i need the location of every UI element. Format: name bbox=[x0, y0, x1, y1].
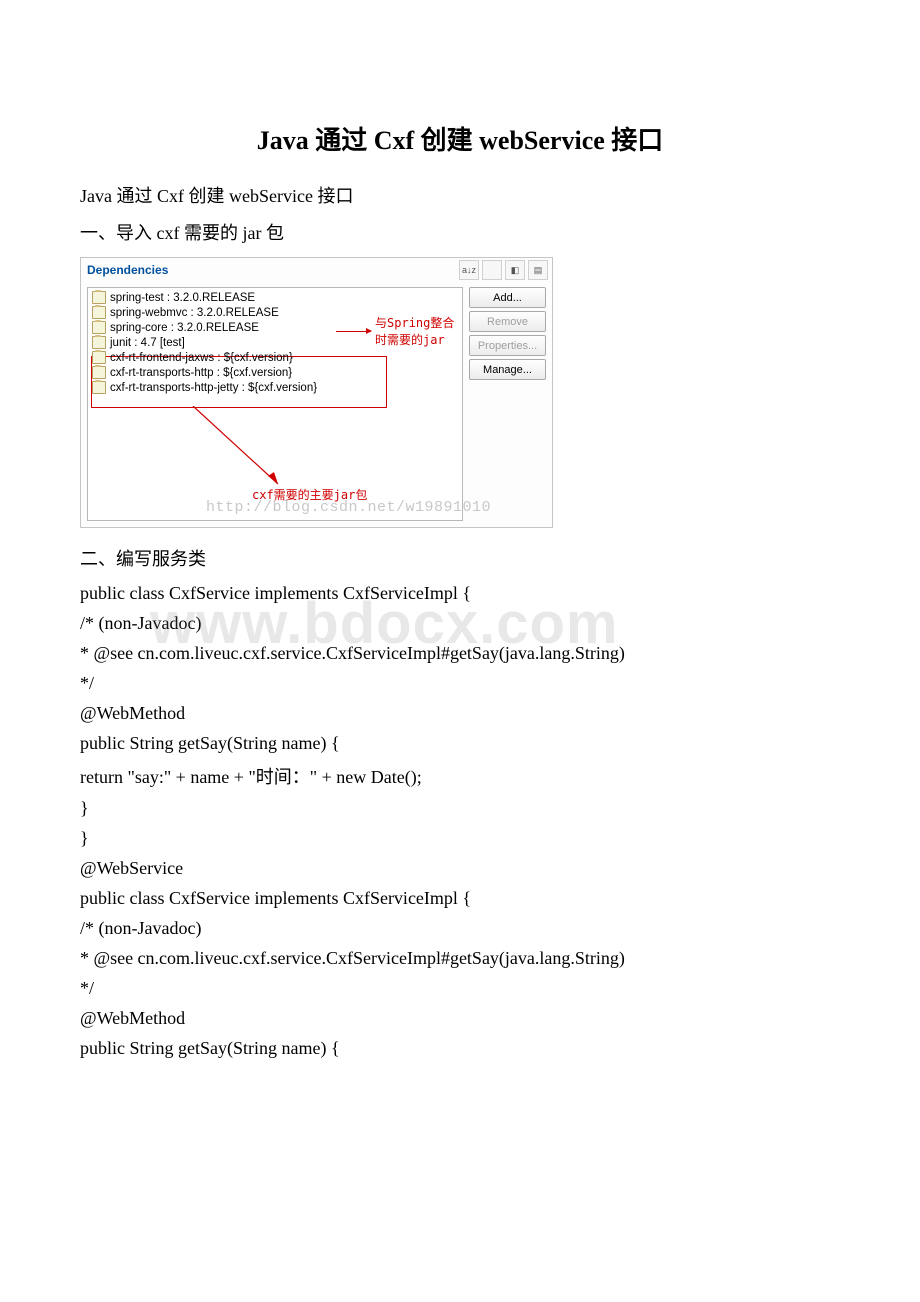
dep-label: junit : 4.7 [test] bbox=[110, 337, 185, 349]
filter-icon[interactable]: ◧ bbox=[505, 260, 525, 280]
list-item[interactable]: cxf-rt-transports-http-jetty : ${cxf.ver… bbox=[88, 380, 462, 395]
dependencies-content: spring-test : 3.2.0.RELEASE spring-webmv… bbox=[81, 283, 552, 527]
dependencies-list[interactable]: spring-test : 3.2.0.RELEASE spring-webmv… bbox=[87, 287, 463, 521]
annotation-spring-text: 与Spring整合时需要的jar bbox=[375, 314, 462, 348]
code-line: public String getSay(String name) { bbox=[80, 1038, 840, 1059]
section-1-heading: 一、导入 cxf 需要的 jar 包 bbox=[80, 220, 840, 247]
sort-az-icon[interactable]: a↓z bbox=[459, 260, 479, 280]
code-line: } bbox=[80, 828, 840, 849]
annotation-spring: 与Spring整合时需要的jar bbox=[336, 314, 462, 348]
dep-label: spring-webmvc : 3.2.0.RELEASE bbox=[110, 307, 279, 319]
code-line: /* (non-Javadoc) bbox=[80, 918, 840, 939]
jar-icon bbox=[92, 336, 106, 349]
intro-line: Java 通过 Cxf 创建 webService 接口 bbox=[80, 183, 840, 210]
document-page: Java 通过 Cxf 创建 webService 接口 Java 通过 Cxf… bbox=[0, 0, 920, 1108]
code-line: } bbox=[80, 798, 840, 819]
properties-button[interactable]: Properties... bbox=[469, 335, 546, 356]
code-line: @WebMethod bbox=[80, 1008, 840, 1029]
dependencies-panel: Dependencies a↓z ⵪ ◧ ▤ spring-test : 3.2… bbox=[80, 257, 553, 528]
code-line: @WebService bbox=[80, 858, 840, 879]
code-line: */ bbox=[80, 673, 840, 694]
code-line: @WebMethod bbox=[80, 703, 840, 724]
tree-icon[interactable]: ⵪ bbox=[482, 260, 502, 280]
dep-label: cxf-rt-frontend-jaxws : ${cxf.version} bbox=[110, 352, 293, 364]
jar-icon bbox=[92, 381, 106, 394]
jar-icon bbox=[92, 306, 106, 319]
dep-label: cxf-rt-transports-http-jetty : ${cxf.ver… bbox=[110, 382, 317, 394]
page-title: Java 通过 Cxf 创建 webService 接口 bbox=[80, 120, 840, 157]
annotation-cxf-text: cxf需要的主要jar包 bbox=[252, 488, 367, 502]
dep-label: spring-core : 3.2.0.RELEASE bbox=[110, 322, 259, 334]
code-line: */ bbox=[80, 978, 840, 999]
dependencies-header: Dependencies a↓z ⵪ ◧ ▤ bbox=[81, 258, 552, 283]
list-item[interactable]: cxf-rt-frontend-jaxws : ${cxf.version} bbox=[88, 350, 462, 365]
manage-button[interactable]: Manage... bbox=[469, 359, 546, 380]
section-2-heading: 二、编写服务类 bbox=[80, 546, 840, 573]
dependencies-list-wrapper: spring-test : 3.2.0.RELEASE spring-webmv… bbox=[87, 287, 463, 521]
arrow-icon bbox=[188, 406, 308, 488]
code-line: public class CxfService implements CxfSe… bbox=[80, 583, 840, 604]
code-line: * @see cn.com.liveuc.cxf.service.CxfServ… bbox=[80, 948, 840, 969]
add-button[interactable]: Add... bbox=[469, 287, 546, 308]
code-line: * @see cn.com.liveuc.cxf.service.CxfServ… bbox=[80, 643, 840, 664]
remove-button[interactable]: Remove bbox=[469, 311, 546, 332]
code-line: /* (non-Javadoc) bbox=[80, 613, 840, 634]
expand-icon[interactable]: ▤ bbox=[528, 260, 548, 280]
list-item[interactable]: spring-test : 3.2.0.RELEASE bbox=[88, 290, 462, 305]
dependencies-header-title: Dependencies bbox=[87, 263, 168, 277]
dependencies-toolbar: a↓z ⵪ ◧ ▤ bbox=[459, 260, 548, 280]
dep-label: spring-test : 3.2.0.RELEASE bbox=[110, 292, 255, 304]
list-item[interactable]: cxf-rt-transports-http : ${cxf.version} bbox=[88, 365, 462, 380]
code-line: public String getSay(String name) { bbox=[80, 733, 840, 754]
annotation-cxf: cxf需要的主要jar包 bbox=[252, 486, 367, 503]
code-line: return "say:" + name + "时间：" + new Date(… bbox=[80, 763, 840, 789]
code-line: public class CxfService implements CxfSe… bbox=[80, 888, 840, 909]
dependencies-buttons: Add... Remove Properties... Manage... bbox=[469, 287, 546, 521]
jar-icon bbox=[92, 291, 106, 304]
dep-label: cxf-rt-transports-http : ${cxf.version} bbox=[110, 367, 292, 379]
jar-icon bbox=[92, 351, 106, 364]
jar-icon bbox=[92, 366, 106, 379]
arrow-icon bbox=[336, 331, 371, 332]
jar-icon bbox=[92, 321, 106, 334]
